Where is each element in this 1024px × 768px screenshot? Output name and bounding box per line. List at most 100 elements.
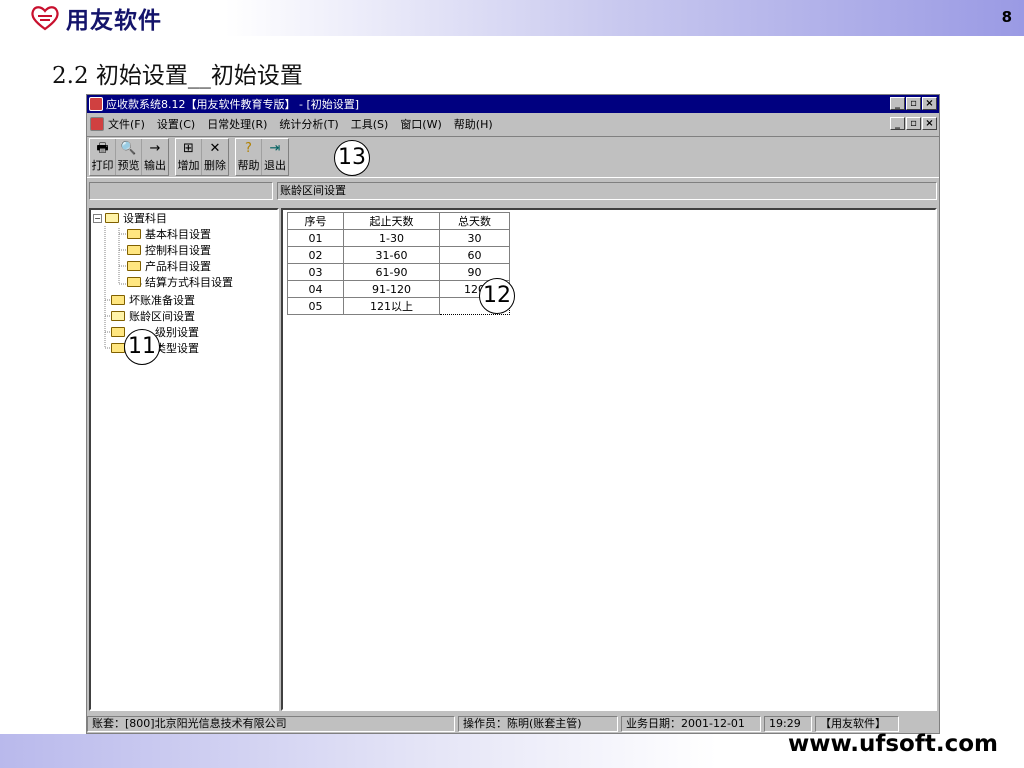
export-icon: → — [149, 141, 161, 156]
preview-icon: 🔍 — [120, 141, 137, 156]
tree-item-label: 控制科目设置 — [145, 244, 211, 257]
cell-seq[interactable]: 05 — [287, 297, 344, 315]
status-brand: 【用友软件】 — [815, 716, 899, 732]
tree-header — [89, 182, 273, 200]
minimize-button[interactable]: _ — [890, 97, 905, 110]
footer-url[interactable]: www.ufsoft.com — [788, 731, 998, 757]
collapse-icon[interactable]: − — [93, 213, 102, 223]
table-row[interactable]: 04 91-120 120 — [287, 280, 510, 298]
restore-button[interactable]: ▫ — [906, 97, 921, 110]
ufida-logo-icon — [31, 6, 59, 31]
export-label: 输出 — [144, 159, 166, 172]
help-button[interactable]: ? 帮助 — [236, 139, 262, 175]
table-row[interactable]: 01 1-30 30 — [287, 229, 510, 247]
tree-root[interactable]: − 设置科目 — [93, 210, 167, 226]
menu-help[interactable]: 帮助(H) — [454, 116, 493, 132]
add-icon: ⊞ — [183, 141, 194, 156]
folder-icon — [127, 245, 141, 255]
doc-restore-button[interactable]: ▫ — [906, 117, 921, 130]
cell-seq[interactable]: 01 — [287, 229, 344, 247]
slide-header: 用友软件 8 — [0, 0, 1024, 36]
print-button[interactable]: 🖶 打印 — [90, 139, 116, 175]
callout-13: 13 — [334, 140, 370, 176]
app-icon[interactable] — [89, 97, 103, 111]
tree-item-label: 坏账准备设置 — [129, 294, 195, 307]
exit-icon: ⇥ — [269, 141, 281, 156]
cell-range[interactable]: 61-90 — [343, 263, 440, 281]
open-folder-icon — [111, 311, 125, 321]
delete-label: 删除 — [204, 159, 226, 172]
add-button[interactable]: ⊞ 增加 — [176, 139, 202, 175]
table-row[interactable]: 02 31-60 60 — [287, 246, 510, 264]
tree-root-label: 设置科目 — [123, 212, 167, 225]
column-header-range[interactable]: 起止天数 — [343, 212, 440, 230]
preview-button[interactable]: 🔍 预览 — [116, 139, 142, 175]
help-label: 帮助 — [237, 159, 260, 172]
title-bar[interactable]: 应收款系统8.12【用友软件教育专版】 - [初始设置] _ ▫ × — [87, 95, 939, 113]
status-account: 账套：[800]北京阳光信息技术有限公司 — [87, 716, 455, 732]
callout-11: 11 — [124, 329, 160, 365]
exit-label: 退出 — [264, 159, 286, 172]
cell-total[interactable]: 60 — [439, 246, 510, 264]
help-icon: ? — [245, 141, 252, 156]
folder-icon — [127, 261, 141, 271]
delete-button[interactable]: ✕ 删除 — [202, 139, 228, 175]
preview-label: 预览 — [117, 159, 140, 172]
tree-item-label: 账龄区间设置 — [129, 310, 195, 323]
cell-seq[interactable]: 03 — [287, 263, 344, 281]
cell-range[interactable]: 91-120 — [343, 280, 440, 298]
toolbar-group-edit: ⊞ 增加 ✕ 删除 — [175, 138, 229, 176]
table-row[interactable]: 03 61-90 90 — [287, 263, 510, 281]
menu-file[interactable]: 文件(F) — [108, 116, 145, 132]
print-label: 打印 — [91, 159, 114, 172]
cell-total[interactable]: 30 — [439, 229, 510, 247]
aging-interval-table[interactable]: 序号 起止天数 总天数 01 1-30 30 02 31-60 60 03 61… — [287, 212, 510, 315]
menu-statistics[interactable]: 统计分析(T) — [279, 116, 338, 132]
tree-item-settlement-accounts[interactable]: 结算方式科目设置 — [127, 274, 233, 290]
page-number: 8 — [1001, 8, 1012, 26]
column-header-total[interactable]: 总天数 — [439, 212, 510, 230]
window-title: 应收款系统8.12【用友软件教育专版】 - [初始设置] — [106, 98, 360, 111]
toolbar: 🖶 打印 🔍 预览 → 输出 ⊞ 增加 ✕ 删除 ? 帮助 ⇥ 退出 — [87, 136, 939, 178]
cell-range[interactable]: 31-60 — [343, 246, 440, 264]
exit-button[interactable]: ⇥ 退出 — [262, 139, 288, 175]
cell-seq[interactable]: 02 — [287, 246, 344, 264]
export-button[interactable]: → 输出 — [142, 139, 168, 175]
settings-tree[interactable]: − 设置科目 基本科目设置 控制科目设置 产品科目设置 结算方式科目设置 坏账准… — [89, 208, 279, 711]
tree-item-basic-accounts[interactable]: 基本科目设置 — [127, 226, 211, 242]
tree-item-product-accounts[interactable]: 产品科目设置 — [127, 258, 211, 274]
menu-bar: 文件(F) 设置(C) 日常处理(R) 统计分析(T) 工具(S) 窗口(W) … — [87, 114, 939, 134]
folder-icon — [111, 343, 125, 353]
brand-logo: 用友软件 — [30, 4, 162, 34]
delete-icon: ✕ — [209, 141, 221, 156]
menu-tools[interactable]: 工具(S) — [351, 116, 389, 132]
menu-settings[interactable]: 设置(C) — [157, 116, 195, 132]
add-label: 增加 — [177, 159, 200, 172]
tree-item-bad-debt[interactable]: 坏账准备设置 — [111, 292, 195, 308]
folder-icon — [111, 295, 125, 305]
close-button[interactable]: × — [922, 97, 937, 110]
aging-grid-pane: 序号 起止天数 总天数 01 1-30 30 02 31-60 60 03 61… — [281, 208, 937, 711]
tree-item-control-accounts[interactable]: 控制科目设置 — [127, 242, 211, 258]
status-time: 19:29 — [764, 716, 812, 732]
callout-12: 12 — [479, 278, 515, 314]
table-header-row: 序号 起止天数 总天数 — [287, 212, 510, 230]
table-row[interactable]: 05 121以上 — [287, 297, 510, 315]
folder-icon — [127, 229, 141, 239]
menu-window[interactable]: 窗口(W) — [400, 116, 441, 132]
doc-close-button[interactable]: × — [922, 117, 937, 130]
cell-range[interactable]: 121以上 — [343, 297, 440, 315]
open-folder-icon — [105, 213, 119, 223]
doc-minimize-button[interactable]: _ — [890, 117, 905, 130]
printer-icon: 🖶 — [96, 141, 109, 156]
document-icon[interactable] — [90, 117, 104, 131]
cell-seq[interactable]: 04 — [287, 280, 344, 298]
menu-daily[interactable]: 日常处理(R) — [207, 116, 267, 132]
tree-item-label: 结算方式科目设置 — [145, 276, 233, 289]
status-business-date: 业务日期：2001-12-01 — [621, 716, 761, 732]
tree-item-aging-interval[interactable]: 账龄区间设置 — [111, 308, 195, 324]
tree-item-label: 基本科目设置 — [145, 228, 211, 241]
column-header-seq[interactable]: 序号 — [287, 212, 344, 230]
header-row: 账龄区间设置 — [87, 180, 939, 202]
cell-range[interactable]: 1-30 — [343, 229, 440, 247]
